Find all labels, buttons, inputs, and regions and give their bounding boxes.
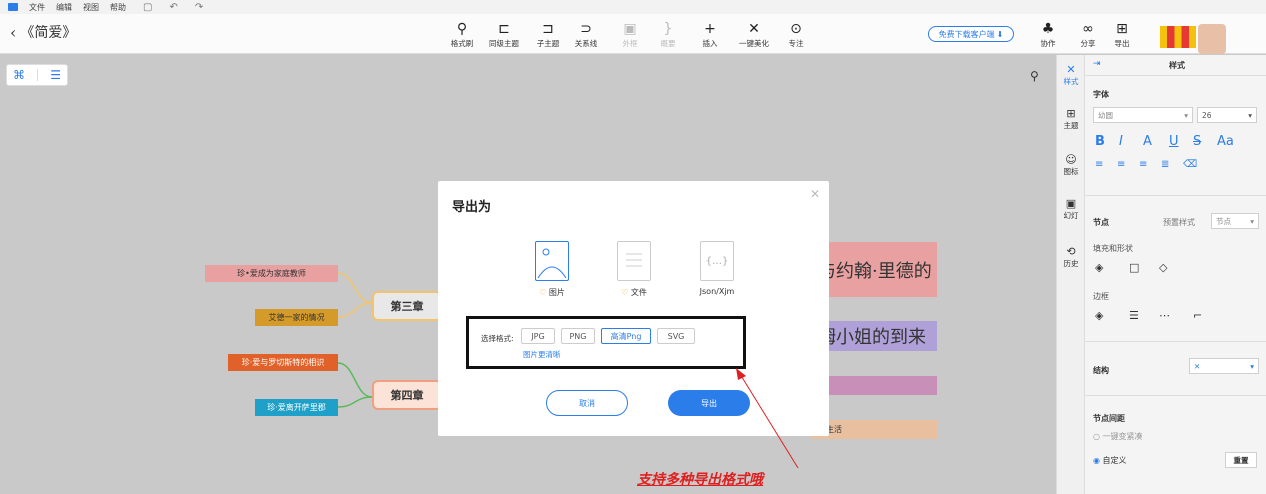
annotation-text: 支持多种导出格式哦 bbox=[637, 472, 763, 488]
annotation-arrow bbox=[736, 368, 799, 469]
